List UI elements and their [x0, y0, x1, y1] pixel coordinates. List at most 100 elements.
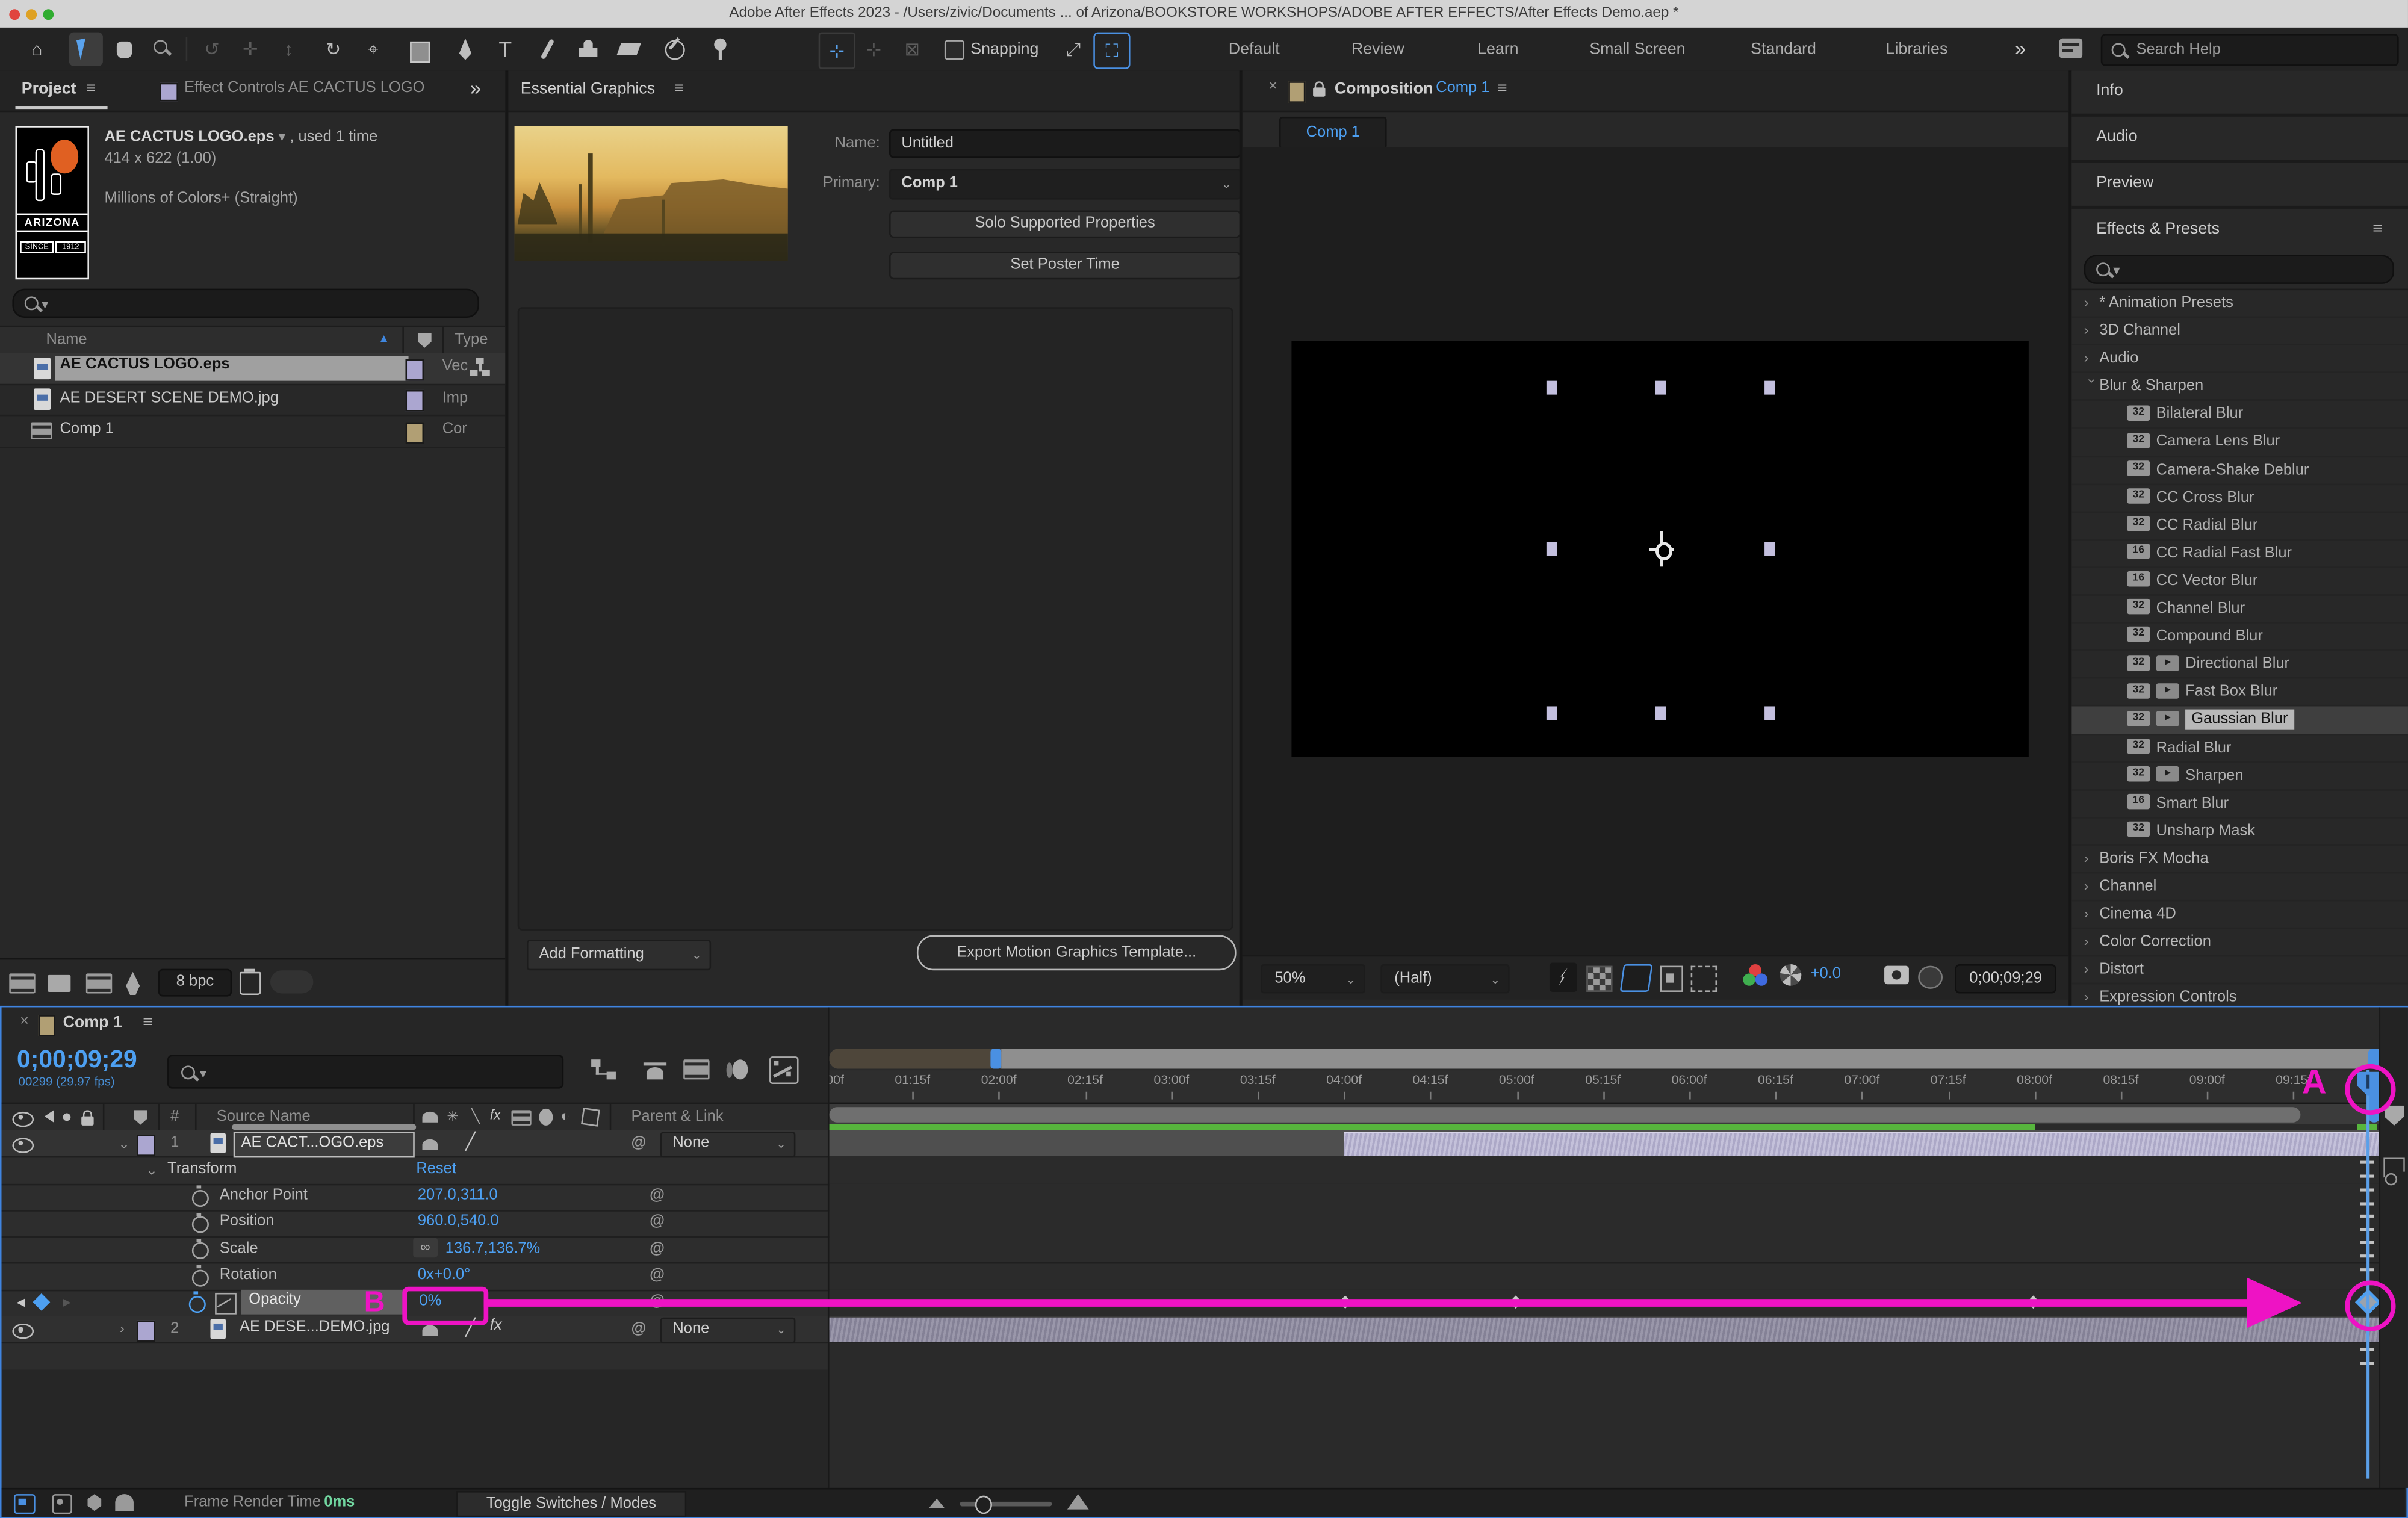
set-poster-time-button[interactable]: Set Poster Time	[889, 252, 1240, 279]
hand-tool[interactable]	[108, 33, 141, 66]
tab-essential-graphics[interactable]: Essential Graphics	[521, 80, 655, 99]
parent-link-column[interactable]: Parent & Link	[631, 1109, 723, 1126]
effect-item-camera-shake-deblur[interactable]: 32Camera-Shake Deblur	[2071, 457, 2408, 485]
workspace-tab-review[interactable]: Review	[1351, 28, 1404, 70]
search-help-box[interactable]: Search Help	[2101, 34, 2399, 66]
keyframe-nav-right-arrow[interactable]: ►	[60, 1294, 73, 1310]
chevron-right-icon[interactable]: ›	[2084, 290, 2100, 317]
effects-group-color-correction[interactable]: ›Color Correction	[2071, 929, 2408, 957]
project-row-comp-1[interactable]: Comp 1Cor	[0, 416, 505, 447]
h-scrollbar-thumb[interactable]	[830, 1106, 2301, 1122]
new-folder-icon[interactable]	[48, 975, 70, 992]
local-axis-mode-button[interactable]: ⊹	[819, 33, 855, 69]
anchor-stopwatch-icon[interactable]	[192, 1189, 209, 1206]
preview-panel-header[interactable]: Preview	[2071, 163, 2408, 209]
transform-expand-chevron[interactable]: ⌄	[146, 1163, 157, 1180]
label-column-tag-icon[interactable]	[418, 332, 432, 348]
show-snapshot-icon[interactable]	[1918, 966, 1943, 989]
effects-group-distort[interactable]: ›Distort	[2071, 957, 2408, 985]
project-bit-depth-button[interactable]: 8 bpc	[158, 969, 232, 997]
viewer-tab-comp1[interactable]: Comp 1	[1279, 117, 1387, 149]
eraser-tool[interactable]	[613, 33, 647, 66]
transform-label[interactable]: Transform	[167, 1160, 237, 1177]
exposure-shutter-icon[interactable]	[1780, 964, 1802, 986]
layer1-expand-chevron[interactable]: ⌄	[118, 1136, 129, 1153]
motion-blur-icon[interactable]	[724, 1058, 748, 1081]
item-label-swatch[interactable]	[405, 390, 424, 412]
shy-toggle-icon[interactable]	[644, 1058, 666, 1081]
switches-adjustment-icon[interactable]: ◐	[560, 1109, 569, 1126]
video-column-eye-icon[interactable]	[12, 1111, 34, 1127]
world-axis-mode-button[interactable]: ⊹	[857, 33, 890, 66]
layer-handle[interactable]	[1764, 706, 1775, 720]
current-time-indicator-line[interactable]	[2366, 1070, 2369, 1479]
column-name[interactable]: Name	[46, 332, 87, 349]
mask-visibility-icon[interactable]	[1660, 966, 1683, 992]
comp-canvas[interactable]	[1291, 341, 2028, 757]
keyframe-nav-diamond[interactable]	[33, 1293, 50, 1310]
pan-behind-anchor-tool[interactable]: ⌖	[356, 33, 390, 66]
pan-camera-tool[interactable]: ✛	[234, 33, 267, 66]
trash-icon[interactable]	[240, 972, 261, 995]
effect-item-compound-blur[interactable]: 32Compound Blur	[2071, 624, 2408, 651]
scale-value[interactable]: 136.7,136.7%	[445, 1240, 540, 1257]
toggle-switches-modes-button[interactable]: Toggle Switches / Modes	[456, 1491, 687, 1517]
clone-stamp-tool[interactable]	[571, 33, 605, 66]
home-button[interactable]: ⌂	[20, 33, 54, 66]
expand-in-out-icon[interactable]	[87, 1494, 101, 1511]
viewer-area[interactable]	[1243, 147, 2068, 955]
scale-row[interactable]: Scale ∞ 136.7,136.7% @	[2, 1236, 828, 1265]
layer2-eye-icon[interactable]	[12, 1323, 34, 1339]
column-type[interactable]: Type	[455, 332, 488, 349]
orbit-camera-tool[interactable]: ↺	[195, 33, 229, 66]
chevron-right-icon[interactable]: ›	[2084, 902, 2100, 928]
effect-item-sharpen[interactable]: 32▸Sharpen	[2071, 763, 2408, 790]
rotation-label[interactable]: Rotation	[220, 1267, 277, 1284]
export-template-button[interactable]: Export Motion Graphics Template...	[917, 935, 1237, 971]
chevron-right-icon[interactable]: ›	[2084, 318, 2100, 344]
layer1-name-box[interactable]: AE CACT...OGO.eps	[234, 1131, 415, 1157]
effect-item-unsharp-mask[interactable]: 32Unsharp Mask	[2071, 818, 2408, 846]
composition-lock-icon[interactable]	[1313, 84, 1325, 101]
chevron-down-icon[interactable]: ›	[2079, 379, 2105, 395]
snap-options-icon[interactable]: ⤢	[1057, 33, 1090, 66]
chevron-right-icon[interactable]: ›	[2084, 929, 2100, 956]
layer1-label-swatch[interactable]	[137, 1134, 155, 1156]
composition-label-swatch[interactable]	[1288, 81, 1305, 103]
snapshot-camera-icon[interactable]	[1884, 966, 1909, 985]
project-search-box[interactable]: ▾	[12, 289, 479, 318]
composition-comp-name[interactable]: Comp 1	[1436, 80, 1489, 97]
type-tool[interactable]: T	[488, 33, 522, 66]
scale-label[interactable]: Scale	[220, 1240, 258, 1257]
timeline-h-scrollbar[interactable]	[830, 1104, 2381, 1124]
tab-project[interactable]: Project	[22, 80, 76, 99]
pen-tool[interactable]	[448, 33, 482, 66]
solo-supported-properties-button[interactable]: Solo Supported Properties	[889, 210, 1240, 238]
switches-quality-icon[interactable]: ╲	[471, 1109, 480, 1126]
used-in-hierarchy-icon[interactable]	[470, 358, 492, 377]
layer-handle[interactable]	[1656, 706, 1666, 720]
layer-handle[interactable]	[1547, 542, 1557, 556]
item-label-swatch[interactable]	[405, 421, 424, 443]
navigator-body[interactable]	[1001, 1049, 2380, 1068]
composition-close-icon[interactable]: ×	[1268, 78, 1277, 95]
zoom-slider-knob[interactable]	[975, 1496, 992, 1514]
tab-composition[interactable]: Composition	[1335, 80, 1433, 99]
interpret-footage-icon[interactable]	[9, 973, 35, 993]
rotation-stopwatch-icon[interactable]	[192, 1269, 209, 1286]
essential-graphics-menu-icon[interactable]: ≡	[674, 80, 684, 99]
transform-reset-link[interactable]: Reset	[416, 1160, 456, 1177]
shape-tool[interactable]	[402, 33, 436, 66]
effects-group-cinema-4d[interactable]: ›Cinema 4D	[2071, 902, 2408, 929]
work-area-marker-icon[interactable]	[2384, 1106, 2404, 1126]
sort-ascending-icon[interactable]: ▲	[378, 332, 390, 345]
chevron-right-icon[interactable]: ›	[2084, 985, 2100, 1006]
chevron-right-icon[interactable]: ›	[2084, 345, 2100, 372]
project-row-ae-desert-scene-demo-jpg[interactable]: AE DESERT SCENE DEMO.jpgImp	[0, 385, 505, 416]
switches-3d-icon[interactable]	[581, 1108, 600, 1127]
view-axis-mode-button[interactable]: ⊠	[895, 33, 929, 66]
item-name-caret-icon[interactable]: ▾	[279, 129, 286, 144]
layer2-fx-icon[interactable]: fx	[490, 1318, 502, 1334]
item-label-swatch[interactable]	[405, 359, 424, 380]
layer-handle[interactable]	[1547, 706, 1557, 720]
